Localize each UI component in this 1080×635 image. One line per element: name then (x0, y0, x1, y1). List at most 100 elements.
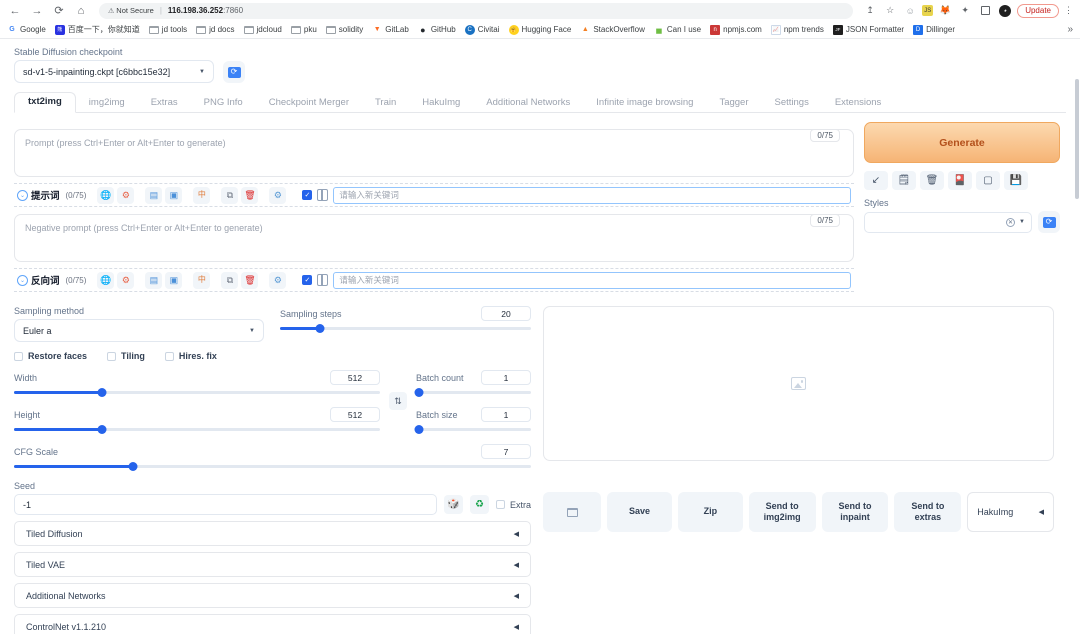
globe-translate-icon[interactable]: 🌐 (97, 271, 115, 289)
save-tag-icon[interactable]: ▣ (165, 271, 183, 289)
batch-size-value[interactable]: 1 (481, 407, 531, 422)
chinese-translate-icon[interactable]: 中 (193, 186, 211, 204)
tab-infinite-image-browsing[interactable]: Infinite image browsing (583, 94, 706, 113)
paste-text-icon[interactable]: ▤ (145, 186, 163, 204)
blue-gear-icon[interactable]: ⚙ (269, 271, 287, 289)
tab-extras[interactable]: Extras (138, 94, 191, 113)
hakuimg-dropdown[interactable]: HakuImg ◀ (967, 492, 1054, 532)
extension-fox-icon[interactable]: 🦊 (937, 3, 953, 19)
bookmark-item[interactable]: D Dillinger (913, 24, 955, 35)
clear-prompt-icon[interactable]: 🗑 (920, 171, 944, 190)
back-button[interactable]: ← (6, 2, 24, 20)
share-icon[interactable]: ↥ (862, 3, 878, 19)
clear-x-icon[interactable]: ✕ (1006, 217, 1016, 227)
styles-select[interactable]: ✕ ▼ (864, 211, 1032, 233)
address-bar[interactable]: ⚠ Not Secure | 116.198.36.252:7860 (99, 2, 854, 19)
accordion-tiled-vae[interactable]: Tiled VAE ◀ (14, 552, 531, 577)
save-tag-icon[interactable]: ▣ (165, 186, 183, 204)
home-icon[interactable]: ⌂ (72, 2, 90, 20)
security-indicator[interactable]: ⚠ Not Secure (108, 6, 154, 15)
restore-progress-icon[interactable]: ↙ (864, 171, 888, 190)
swap-dimensions-icon[interactable]: ⇅ (389, 392, 407, 410)
tab-txt2img[interactable]: txt2img (14, 92, 76, 113)
tab-checkpoint-merger[interactable]: Checkpoint Merger (256, 94, 362, 113)
paste-prompt-icon[interactable]: 🗒 (892, 171, 916, 190)
paste-text-icon[interactable]: ▤ (145, 271, 163, 289)
accordion-controlnet[interactable]: ControlNet v1.1.210 ◀ (14, 614, 531, 634)
settings-gear-icon[interactable]: ⚙ (117, 271, 135, 289)
extra-networks-icon[interactable]: 🎴 (948, 171, 972, 190)
tab-train[interactable]: Train (362, 94, 409, 113)
refresh-checkpoint-button[interactable]: ⟳ (223, 61, 245, 83)
cfg-scale-value[interactable]: 7 (481, 444, 531, 459)
save-button[interactable]: Save (607, 492, 672, 532)
positive-new-keyword-input[interactable]: 请输入新关键词 (333, 186, 851, 204)
profile-smile-icon[interactable]: ☺ (902, 3, 918, 19)
split-panel-icon[interactable] (317, 274, 329, 286)
bookmark-item[interactable]: jd tools (148, 25, 187, 34)
tab-settings[interactable]: Settings (762, 94, 822, 113)
bookmark-item[interactable]: ▼ GitLab (372, 25, 409, 35)
open-folder-button[interactable] (543, 492, 602, 532)
accordion-tiled-diffusion[interactable]: Tiled Diffusion ◀ (14, 521, 531, 546)
generate-button[interactable]: Generate (864, 122, 1060, 163)
bookmark-item[interactable]: ● GitHub (418, 25, 456, 35)
seed-extra-checkbox[interactable]: Extra (495, 500, 531, 510)
bookmark-item[interactable]: jd docs (196, 25, 235, 34)
zip-button[interactable]: Zip (677, 492, 743, 532)
negative-new-keyword-input[interactable]: 请输入新关键词 (333, 271, 851, 289)
positive-keyword-checkbox[interactable]: ✓ (302, 190, 313, 200)
tiling-checkbox[interactable]: Tiling (107, 351, 145, 361)
slider-knob[interactable] (315, 324, 325, 333)
sampling-method-select[interactable]: Euler a ▼ (14, 319, 264, 342)
blue-gear-icon[interactable]: ⚙ (269, 186, 287, 204)
bookmark-star-icon[interactable]: ☆ (882, 3, 898, 19)
output-gallery[interactable] (543, 306, 1054, 461)
side-panel-icon[interactable] (977, 3, 993, 19)
bookmark-item[interactable]: n npmjs.com (710, 24, 762, 35)
tab-additional-networks[interactable]: Additional Networks (473, 94, 583, 113)
chevron-down-icon[interactable]: ⌄ (17, 189, 28, 201)
recycle-seed-icon[interactable]: ♻ (469, 495, 489, 514)
page-scrollbar[interactable] (1075, 79, 1079, 199)
split-panel-icon[interactable] (317, 189, 329, 201)
settings-gear-icon[interactable]: ⚙ (117, 186, 135, 204)
tab-hakuimg[interactable]: HakuImg (409, 94, 473, 113)
batch-count-value[interactable]: 1 (481, 370, 531, 385)
delete-trash-icon[interactable]: 🗑 (241, 271, 259, 289)
prompt-input[interactable]: Prompt (press Ctrl+Enter or Alt+Enter to… (14, 129, 854, 177)
chinese-translate-icon[interactable]: 中 (193, 271, 211, 289)
chevron-down-icon[interactable]: ⌄ (17, 274, 28, 286)
hires-fix-checkbox[interactable]: Hires. fix (164, 351, 217, 361)
seed-input[interactable]: -1 (14, 494, 437, 515)
negative-prompt-input[interactable]: Negative prompt (press Ctrl+Enter or Alt… (14, 214, 854, 262)
tab-png-info[interactable]: PNG Info (191, 94, 256, 113)
tab-tagger[interactable]: Tagger (706, 94, 761, 113)
browser-menu-icon[interactable]: ⋮ (1063, 5, 1074, 16)
bookmark-item[interactable]: C Civitai (464, 24, 500, 35)
save-style-icon[interactable]: 💾 (1004, 171, 1028, 190)
height-slider[interactable] (14, 424, 380, 435)
checkpoint-select[interactable]: sd-v1-5-inpainting.ckpt [c6bbc15e32] ▼ (14, 60, 214, 83)
negative-keyword-checkbox[interactable]: ✓ (302, 275, 313, 285)
forward-button[interactable]: → (28, 2, 46, 20)
extensions-puzzle-icon[interactable]: ✦ (957, 3, 973, 19)
update-button[interactable]: Update (1017, 3, 1059, 18)
reload-icon[interactable]: ⟳ (50, 2, 68, 20)
bookmark-item[interactable]: G Google (7, 25, 46, 35)
copy-icon[interactable]: ⧉ (221, 271, 239, 289)
accordion-additional-networks[interactable]: Additional Networks ◀ (14, 583, 531, 608)
avatar[interactable]: ◕ (997, 3, 1013, 19)
bookmark-item[interactable]: ▅ Can I use (654, 25, 701, 35)
restore-faces-checkbox[interactable]: Restore faces (14, 351, 87, 361)
bookmark-item[interactable]: 📈 npm trends (770, 24, 824, 35)
copy-icon[interactable]: ⧉ (221, 186, 239, 204)
send-to-img2img-button[interactable]: Send to img2img (748, 492, 816, 532)
refresh-styles-button[interactable]: ⟳ (1038, 211, 1060, 233)
sampling-steps-slider[interactable] (280, 323, 531, 334)
extension-js-icon[interactable]: JS (922, 5, 934, 16)
slider-knob[interactable] (128, 462, 138, 471)
random-dice-icon[interactable]: 🎲 (443, 495, 463, 514)
bookmark-item[interactable]: ▲ StackOverflow (580, 25, 645, 35)
tab-img2img[interactable]: img2img (76, 94, 138, 113)
